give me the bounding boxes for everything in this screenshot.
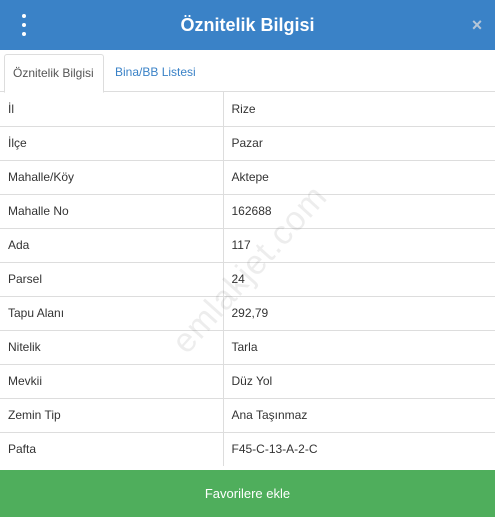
row-label: Nitelik <box>0 329 224 364</box>
table-row: İl Rize <box>0 92 495 126</box>
table-row: Nitelik Tarla <box>0 329 495 364</box>
table-row: Zemin Tip Ana Taşınmaz <box>0 397 495 432</box>
menu-dot <box>22 23 26 27</box>
table-row: Mahalle/Köy Aktepe <box>0 159 495 194</box>
row-label: İlçe <box>0 125 224 160</box>
menu-dot <box>22 32 26 36</box>
menu-dot <box>22 14 26 18</box>
row-value: 292,79 <box>223 295 495 330</box>
table-row: Mevkii Düz Yol <box>0 363 495 398</box>
panel-title: Öznitelik Bilgisi <box>180 15 315 35</box>
header-bar: Öznitelik Bilgisi × <box>0 0 495 50</box>
row-label: Mevkii <box>0 363 224 398</box>
row-value: 117 <box>223 227 495 262</box>
row-value: Tarla <box>223 329 495 364</box>
tab-bar: Öznitelik Bilgisi Bina/BB Listesi <box>0 50 495 93</box>
row-label: Zemin Tip <box>0 397 224 432</box>
tab-attribute-info[interactable]: Öznitelik Bilgisi <box>4 54 104 93</box>
close-icon[interactable]: × <box>468 15 486 35</box>
vertical-dots-icon[interactable] <box>18 14 30 36</box>
row-value: Düz Yol <box>223 363 495 398</box>
tab-building-list[interactable]: Bina/BB Listesi <box>107 54 204 93</box>
table-row: İlçe Pazar <box>0 125 495 160</box>
table-row: Parsel 24 <box>0 261 495 296</box>
row-value: Rize <box>231 101 256 116</box>
row-label: İl <box>0 92 224 126</box>
row-value: 24 <box>223 261 495 296</box>
row-label: Mahalle/Köy <box>0 159 224 194</box>
row-value: Ana Taşınmaz <box>223 397 495 432</box>
attribute-table: İl Rize İlçe Pazar Mahalle/Köy Aktepe Ma… <box>0 92 495 466</box>
row-label: Mahalle No <box>0 193 224 228</box>
row-value: 162688 <box>223 193 495 228</box>
table-row: Ada 117 <box>0 227 495 262</box>
row-label: Parsel <box>0 261 224 296</box>
table-row: Tapu Alanı 292,79 <box>0 295 495 330</box>
add-to-favorites-button[interactable]: Favorilere ekle <box>0 470 495 517</box>
row-value: Aktepe <box>223 159 495 194</box>
row-label: Ada <box>0 227 224 262</box>
row-value: F45-C-13-A-2-C <box>223 431 495 466</box>
table-row: Pafta F45-C-13-A-2-C <box>0 431 495 466</box>
row-label: Tapu Alanı <box>0 295 224 330</box>
row-label: Pafta <box>0 431 224 466</box>
table-row: Mahalle No 162688 <box>0 193 495 228</box>
row-value: Pazar <box>223 125 495 160</box>
